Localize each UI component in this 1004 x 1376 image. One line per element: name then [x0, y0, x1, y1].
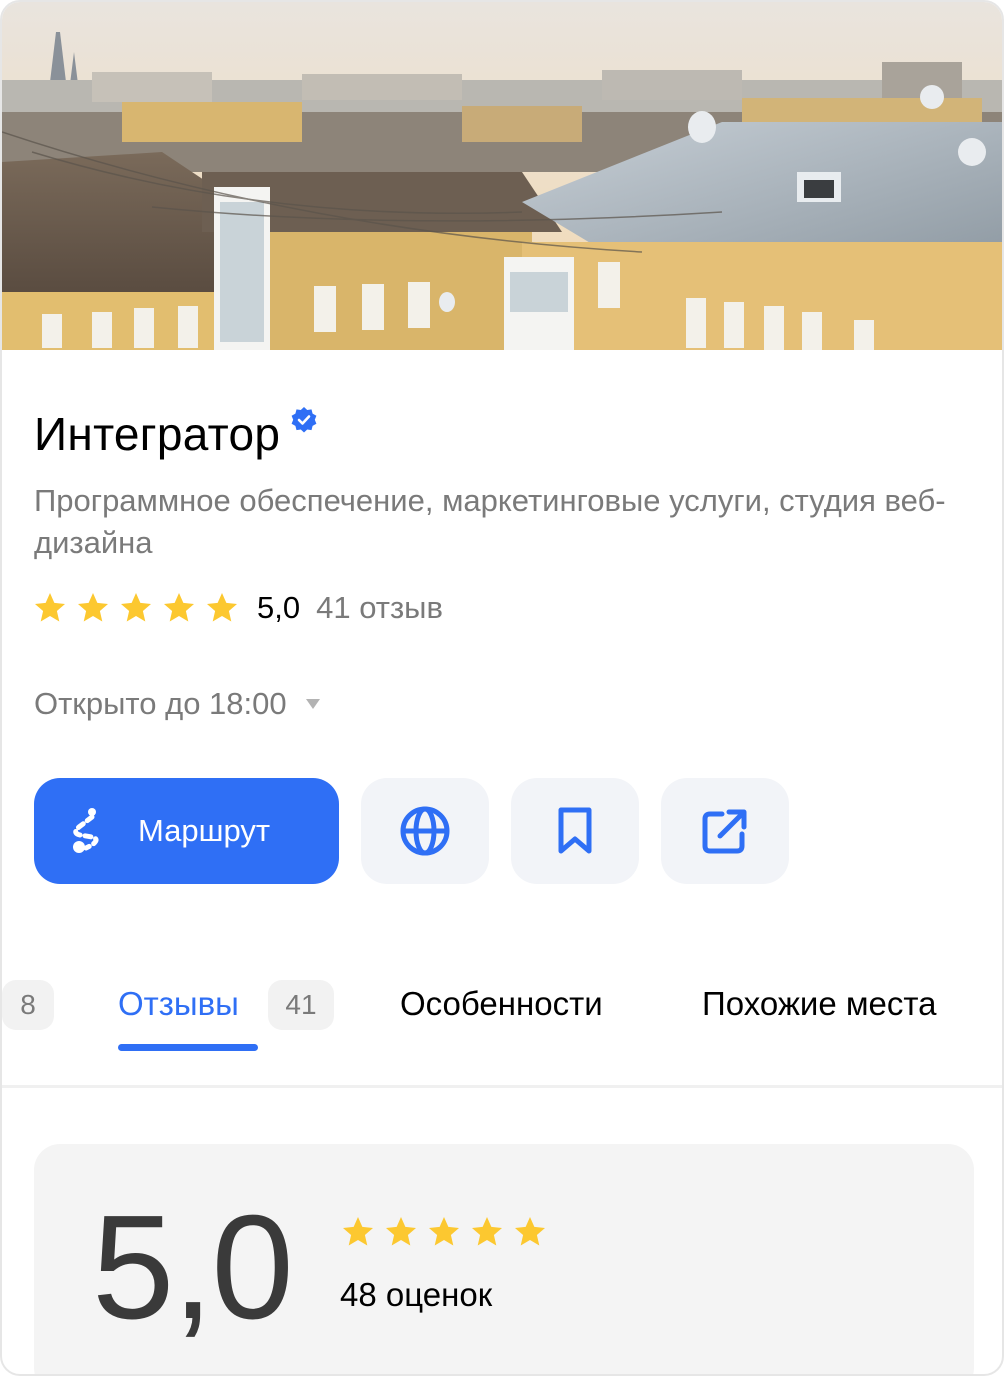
tab-similar-places[interactable]: Похожие места — [702, 984, 936, 1024]
bookmark-button[interactable] — [511, 778, 639, 884]
rating-row[interactable]: 5,0 41 отзыв — [32, 586, 443, 630]
place-title-row: Интегратор — [34, 404, 318, 464]
star-icon — [472, 1217, 502, 1246]
place-card: Интегратор Программное обеспечение, марк… — [0, 0, 1004, 1376]
place-title: Интегратор — [34, 408, 281, 460]
star-icon — [386, 1217, 416, 1246]
star-icon — [343, 1217, 373, 1246]
star-icon — [429, 1217, 459, 1246]
route-icon — [73, 808, 99, 853]
rating-value: 5,0 — [257, 590, 301, 625]
star-icon — [207, 593, 237, 622]
rating-stars — [32, 590, 247, 626]
opening-hours: Открыто до 18:00 — [34, 686, 287, 721]
route-button[interactable]: Маршрут — [34, 778, 339, 884]
summary-stars — [340, 1214, 555, 1250]
website-button[interactable] — [361, 778, 489, 884]
tabs-bar: 8 Отзывы 41 Особенности Похожие места — [2, 974, 1002, 1088]
ratings-count: 48 оценок — [340, 1276, 493, 1313]
star-icon — [164, 593, 194, 622]
active-tab-indicator — [118, 1044, 258, 1051]
star-icon — [35, 593, 65, 622]
star-icon — [78, 593, 108, 622]
summary-rating-value: 5,0 — [92, 1185, 294, 1350]
rating-summary: 5,0 48 оценок — [34, 1144, 974, 1374]
place-category: Программное обеспечение, маркетинговые у… — [34, 483, 946, 560]
star-icon — [121, 593, 151, 622]
caret-down-icon — [305, 699, 320, 709]
route-button-label: Маршрут — [138, 813, 271, 848]
reviews-count-link[interactable]: 41 отзыв — [316, 590, 443, 626]
bookmark-icon — [558, 807, 592, 854]
tab-reviews-count: 41 — [268, 980, 334, 1030]
action-buttons: Маршрут — [34, 778, 789, 884]
tab-features[interactable]: Особенности — [400, 984, 603, 1024]
tab-partial-badge[interactable]: 8 — [2, 980, 54, 1030]
share-icon — [702, 809, 747, 854]
place-photo[interactable] — [2, 2, 1002, 350]
tab-reviews[interactable]: Отзывы — [118, 984, 239, 1024]
globe-icon — [400, 806, 450, 856]
star-icon — [515, 1217, 545, 1246]
verified-badge-icon — [291, 407, 317, 433]
share-button[interactable] — [661, 778, 789, 884]
hours-toggle[interactable]: Открыто до 18:00 — [34, 684, 321, 724]
